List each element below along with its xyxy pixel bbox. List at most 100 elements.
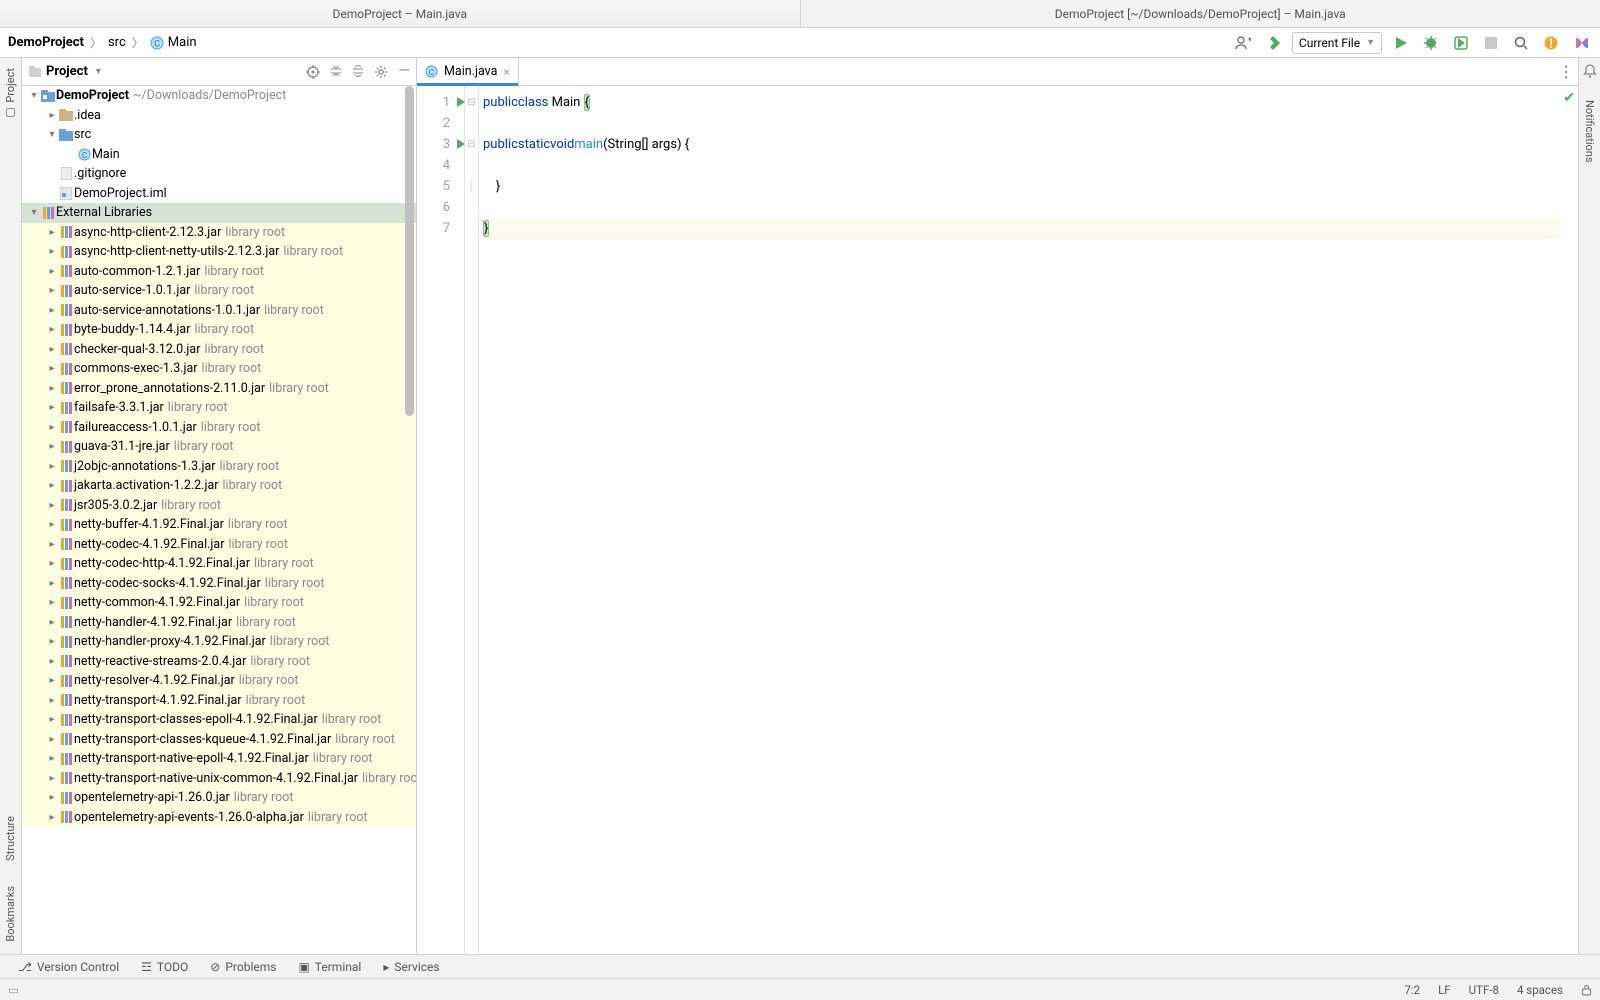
tree-row[interactable]: ▸netty-transport-classes-kqueue-4.1.92.F…: [22, 730, 416, 750]
tree-row[interactable]: ▸jsr305-3.0.2.jarlibrary root: [22, 496, 416, 516]
chevron-right-icon[interactable]: ▸: [46, 730, 58, 749]
gutter-line[interactable]: 3: [417, 134, 464, 155]
tree-row[interactable]: ▸netty-codec-4.1.92.Final.jarlibrary roo…: [22, 535, 416, 555]
notifications-bell-icon[interactable]: [1583, 64, 1597, 78]
coverage-icon[interactable]: [1450, 32, 1472, 54]
tree-row[interactable]: ▸byte-buddy-1.14.4.jarlibrary root: [22, 320, 416, 340]
tree-row[interactable]: ▸netty-transport-native-epoll-4.1.92.Fin…: [22, 749, 416, 769]
tree-row[interactable]: ▸netty-transport-native-unix-common-4.1.…: [22, 769, 416, 789]
chevron-right-icon[interactable]: ▸: [46, 710, 58, 729]
tree-row[interactable]: ▸netty-handler-proxy-4.1.92.Final.jarlib…: [22, 632, 416, 652]
project-tree[interactable]: ▾DemoProject~/Downloads/DemoProject▸.ide…: [22, 86, 416, 954]
gutter-line[interactable]: 1: [417, 92, 464, 113]
add-user-icon[interactable]: ▾: [1232, 32, 1254, 54]
gear-icon[interactable]: [374, 65, 388, 79]
debug-icon[interactable]: [1420, 32, 1442, 54]
breadcrumb-folder[interactable]: src: [108, 35, 126, 50]
chevron-right-icon[interactable]: ▸: [46, 457, 58, 476]
tree-row[interactable]: ▸netty-transport-4.1.92.Final.jarlibrary…: [22, 691, 416, 711]
chevron-right-icon[interactable]: ▸: [46, 691, 58, 710]
tree-row[interactable]: ▸failsafe-3.3.1.jarlibrary root: [22, 398, 416, 418]
minimize-icon[interactable]: —: [398, 65, 410, 79]
close-icon[interactable]: ×: [503, 65, 509, 79]
tree-row[interactable]: ▸netty-codec-socks-4.1.92.Final.jarlibra…: [22, 574, 416, 594]
chevron-right-icon[interactable]: ▸: [46, 749, 58, 768]
chevron-right-icon[interactable]: ▸: [46, 223, 58, 242]
tree-row[interactable]: CMain: [22, 145, 416, 165]
editor-tab-main[interactable]: C Main.java ×: [417, 58, 519, 85]
tree-row[interactable]: ▸netty-handler-4.1.92.Final.jarlibrary r…: [22, 613, 416, 633]
status-indent[interactable]: 4 spaces: [1517, 983, 1563, 997]
chevron-right-icon[interactable]: ▸: [46, 671, 58, 690]
chevron-right-icon[interactable]: ▸: [46, 788, 58, 807]
chevron-right-icon[interactable]: ▸: [46, 398, 58, 417]
chevron-right-icon[interactable]: ▸: [46, 359, 58, 378]
locate-icon[interactable]: [306, 65, 320, 79]
chevron-right-icon[interactable]: ▸: [46, 613, 58, 632]
tree-row[interactable]: DemoProject.iml: [22, 184, 416, 204]
tree-row[interactable]: ▸auto-service-annotations-1.0.1.jarlibra…: [22, 301, 416, 321]
chevron-right-icon[interactable]: ▸: [46, 496, 58, 515]
chevron-down-icon[interactable]: ▾: [46, 125, 58, 144]
tree-row[interactable]: ▸netty-resolver-4.1.92.Final.jarlibrary …: [22, 671, 416, 691]
side-tab-structure[interactable]: Structure: [4, 812, 17, 865]
breadcrumb-project[interactable]: DemoProject: [8, 35, 84, 50]
status-left-icon[interactable]: ▭: [8, 983, 19, 997]
tab-overflow-icon[interactable]: ⋮: [1554, 58, 1578, 85]
tree-row[interactable]: ▸error_prone_annotations-2.11.0.jarlibra…: [22, 379, 416, 399]
tree-row[interactable]: ▸j2objc-annotations-1.3.jarlibrary root: [22, 457, 416, 477]
tree-row[interactable]: ▸guava-31.1-jre.jarlibrary root: [22, 437, 416, 457]
run-config-dropdown[interactable]: Current File ▼: [1292, 32, 1382, 54]
stop-icon[interactable]: [1480, 32, 1502, 54]
tool-version-control[interactable]: ⎇Version Control: [18, 960, 119, 974]
tree-row[interactable]: ▸netty-transport-classes-epoll-4.1.92.Fi…: [22, 710, 416, 730]
tree-row[interactable]: ▸.idea: [22, 106, 416, 126]
side-tab-notifications[interactable]: Notifications: [1583, 96, 1596, 167]
status-cursor-pos[interactable]: 7:2: [1404, 983, 1420, 997]
chevron-right-icon[interactable]: ▸: [46, 808, 58, 827]
tree-row[interactable]: ▸async-http-client-2.12.3.jarlibrary roo…: [22, 223, 416, 243]
tool-services[interactable]: ▸Services: [383, 960, 439, 974]
tool-terminal[interactable]: ▣Terminal: [298, 960, 361, 974]
chevron-right-icon[interactable]: ▸: [46, 106, 58, 125]
fold-strip[interactable]: ⊟ ⊟ │: [465, 86, 479, 954]
chevron-right-icon[interactable]: ▸: [46, 652, 58, 671]
tree-row[interactable]: .gitignore: [22, 164, 416, 184]
tree-row[interactable]: ▾DemoProject~/Downloads/DemoProject: [22, 86, 416, 106]
chevron-down-icon[interactable]: ▾: [28, 203, 40, 222]
tree-row[interactable]: ▸jakarta.activation-1.2.2.jarlibrary roo…: [22, 476, 416, 496]
chevron-right-icon[interactable]: ▸: [46, 262, 58, 281]
chevron-right-icon[interactable]: ▸: [46, 301, 58, 320]
tree-row[interactable]: ▸opentelemetry-api-1.26.0.jarlibrary roo…: [22, 788, 416, 808]
gutter-line[interactable]: 7: [417, 218, 464, 239]
tree-row[interactable]: ▸auto-service-1.0.1.jarlibrary root: [22, 281, 416, 301]
editor-inspection-strip[interactable]: ✔: [1560, 86, 1578, 954]
chevron-right-icon[interactable]: ▸: [46, 554, 58, 573]
fold-marker[interactable]: ⊟: [465, 134, 478, 155]
chevron-right-icon[interactable]: ▸: [46, 476, 58, 495]
tree-scrollbar[interactable]: [404, 86, 416, 954]
scrollbar-thumb[interactable]: [405, 86, 414, 416]
collapse-all-icon[interactable]: [352, 65, 364, 79]
breadcrumb-file[interactable]: C Main: [150, 35, 197, 50]
chevron-right-icon[interactable]: ▸: [46, 632, 58, 651]
tree-row[interactable]: ▸netty-buffer-4.1.92.Final.jarlibrary ro…: [22, 515, 416, 535]
editor-gutter[interactable]: 1 2 3 4 5 6 7: [417, 86, 465, 954]
tree-row[interactable]: ▸netty-common-4.1.92.Final.jarlibrary ro…: [22, 593, 416, 613]
tree-row[interactable]: ▸failureaccess-1.0.1.jarlibrary root: [22, 418, 416, 438]
chevron-right-icon[interactable]: ▸: [46, 574, 58, 593]
chevron-right-icon[interactable]: ▸: [46, 769, 58, 788]
tree-row[interactable]: ▸checker-qual-3.12.0.jarlibrary root: [22, 340, 416, 360]
fold-marker[interactable]: ⊟: [465, 92, 478, 113]
status-encoding[interactable]: UTF-8: [1469, 983, 1499, 997]
chevron-right-icon[interactable]: ▸: [46, 320, 58, 339]
ide-settings-icon[interactable]: [1570, 32, 1592, 54]
tree-row[interactable]: ▾External Libraries: [22, 203, 416, 223]
side-tab-bookmarks[interactable]: Bookmarks: [4, 882, 17, 946]
gutter-line[interactable]: 6: [417, 197, 464, 218]
build-icon[interactable]: [1262, 32, 1284, 54]
tree-row[interactable]: ▸opentelemetry-api-events-1.26.0-alpha.j…: [22, 808, 416, 828]
chevron-right-icon[interactable]: ▸: [46, 379, 58, 398]
gutter-line[interactable]: 4: [417, 155, 464, 176]
search-icon[interactable]: [1510, 32, 1532, 54]
